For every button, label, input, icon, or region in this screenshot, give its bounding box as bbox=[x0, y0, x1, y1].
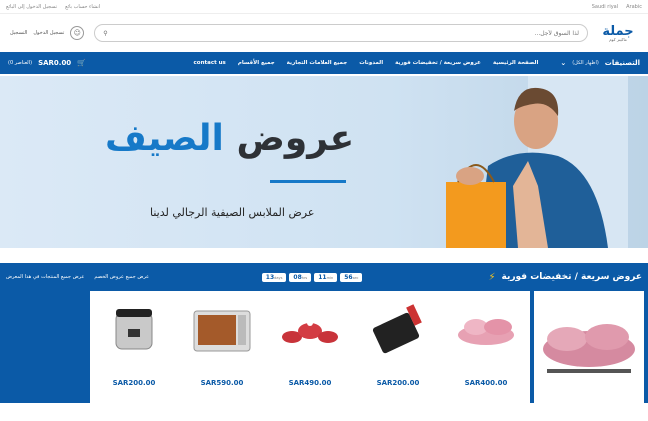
cart-button[interactable]: (0 العناصر) SAR0.00 🛒 bbox=[8, 59, 86, 67]
pink-cookware-image bbox=[543, 324, 635, 373]
hero-banner[interactable]: عروض الصيف عرض الملابس الصيفية الرجالي ل… bbox=[0, 76, 648, 248]
model-holding-bag-image bbox=[446, 76, 628, 248]
flash-sale-links: عرض جميع عروض الخصم عرض جميع المنتجات في… bbox=[6, 274, 149, 280]
product-card[interactable]: SAR400.00 bbox=[442, 291, 530, 403]
site-header: جملة ماكينز كوم ⚲ ☺ تسجيل الدخول التسجيل bbox=[0, 14, 648, 52]
create-seller-link[interactable]: انشاء حساب بائع bbox=[65, 4, 100, 10]
timer-hours: 08hrs bbox=[289, 272, 312, 282]
nav-blog[interactable]: المدونات bbox=[359, 60, 383, 66]
product-image bbox=[372, 304, 422, 354]
banner-subtitle: عرض الملابس الصيفية الرجالي لدينا bbox=[150, 206, 315, 219]
currency-select[interactable]: Saudi riyal bbox=[592, 4, 618, 10]
product-image bbox=[115, 309, 153, 350]
search-input[interactable] bbox=[198, 29, 579, 37]
language-select[interactable]: Arabic bbox=[626, 4, 642, 10]
timer-seconds: 56sec bbox=[340, 272, 363, 282]
product-card[interactable]: SAR200.00 bbox=[354, 291, 442, 403]
search-bar: ⚲ bbox=[94, 24, 588, 42]
flash-sale-title: عروض سريعة / تخفيضات فورية bbox=[501, 272, 643, 282]
flash-sale-section: عروض سريعة / تخفيضات فورية ⚡ 13days 08hr… bbox=[0, 263, 648, 403]
search-icon[interactable]: ⚲ bbox=[103, 30, 107, 37]
product-image bbox=[458, 319, 514, 345]
product-carousel: SAR400.00 SAR200.00 SAR490.00 SAR590.00 … bbox=[4, 291, 644, 403]
featured-cookware-card[interactable] bbox=[534, 291, 644, 403]
lightning-icon: ⚡ bbox=[488, 271, 496, 283]
top-bar: تسجيل الدخول إلى البائع انشاء حساب بائع … bbox=[0, 0, 648, 14]
nav-brands[interactable]: جميع العلامات التجارية bbox=[287, 60, 348, 66]
product-image bbox=[193, 310, 251, 352]
flash-sale-header: عروض سريعة / تخفيضات فورية ⚡ 13days 08hr… bbox=[0, 263, 648, 291]
cart-icon: 🛒 bbox=[77, 59, 86, 67]
view-all-products-link[interactable]: عرض جميع المنتجات في هذا المعرض bbox=[6, 274, 84, 280]
seller-login-link[interactable]: تسجيل الدخول إلى البائع bbox=[6, 4, 57, 10]
banner-title: عروض الصيف bbox=[105, 118, 355, 159]
site-logo[interactable]: جملة ماكينز كوم bbox=[598, 22, 638, 44]
product-price: SAR200.00 bbox=[112, 379, 156, 387]
product-card[interactable]: SAR200.00 bbox=[90, 291, 178, 403]
product-image bbox=[282, 320, 338, 343]
nav-home[interactable]: الصفحة الرئيسية bbox=[493, 60, 538, 66]
nav-categories[interactable]: جميع الأقسام bbox=[238, 60, 275, 66]
register-link[interactable]: التسجيل bbox=[10, 30, 27, 36]
product-price: SAR400.00 bbox=[464, 379, 508, 387]
product-price: SAR200.00 bbox=[376, 379, 420, 387]
main-nav: التصنيفات (اظهار الكل) ⌄ الصفحة الرئيسية… bbox=[0, 52, 648, 74]
account-area: ☺ تسجيل الدخول التسجيل bbox=[10, 26, 85, 40]
nav-contact[interactable]: contact us bbox=[194, 60, 226, 66]
product-card[interactable]: SAR590.00 bbox=[178, 291, 266, 403]
login-link[interactable]: تسجيل الدخول bbox=[33, 30, 64, 36]
product-card[interactable]: SAR490.00 bbox=[266, 291, 354, 403]
user-icon[interactable]: ☺ bbox=[70, 26, 85, 40]
banner-divider bbox=[270, 180, 346, 183]
categories-menu[interactable]: التصنيفات (اظهار الكل) ⌄ bbox=[550, 59, 640, 67]
view-all-deals-link[interactable]: عرض جميع عروض الخصم bbox=[94, 274, 149, 280]
product-price: SAR590.00 bbox=[200, 379, 244, 387]
countdown-timer: 13days 08hrs 11min 56sec bbox=[261, 272, 363, 282]
nav-flash-deals[interactable]: عروض سريعة / تخفيضات فورية bbox=[395, 60, 481, 66]
timer-days: 13days bbox=[261, 272, 287, 282]
product-price: SAR490.00 bbox=[288, 379, 332, 387]
chevron-down-icon: ⌄ bbox=[560, 59, 567, 67]
timer-minutes: 11min bbox=[314, 272, 338, 282]
